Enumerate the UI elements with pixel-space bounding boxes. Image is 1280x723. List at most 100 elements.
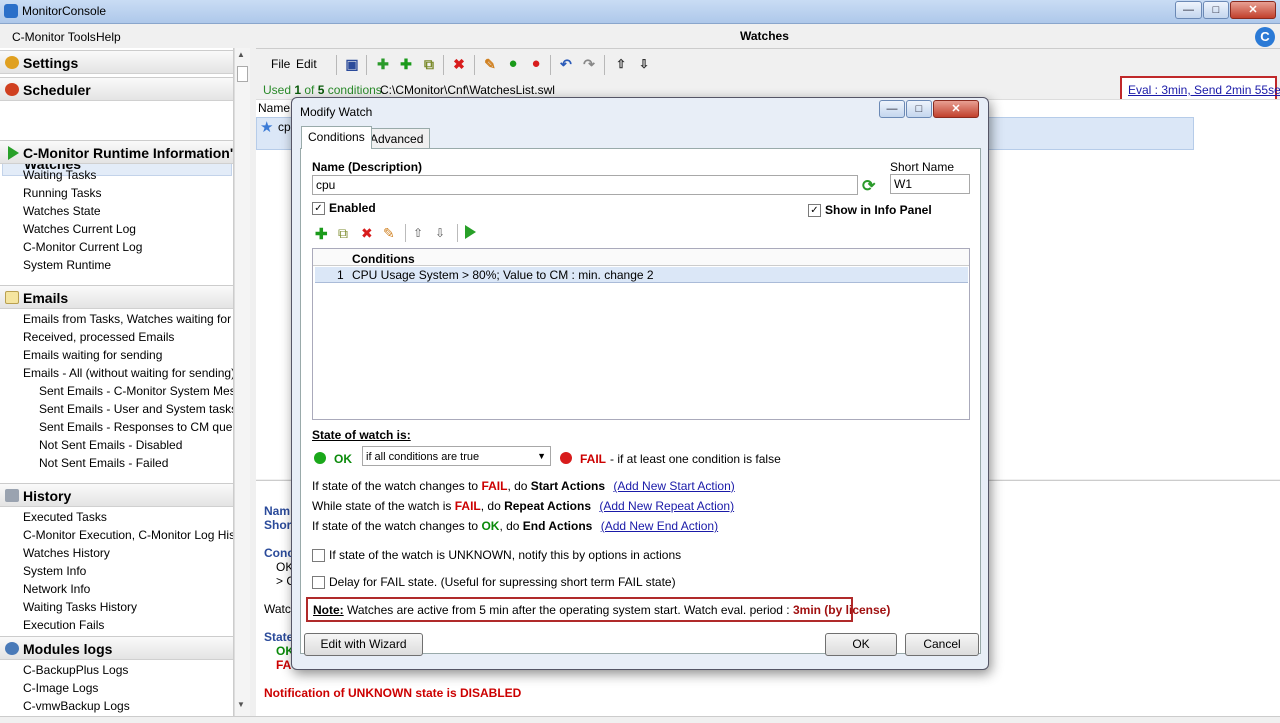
page-title: Watches (740, 29, 789, 43)
sidebar-item-not-sent-failed[interactable]: Not Sent Emails - Failed (39, 456, 168, 470)
add-start-action-link[interactable]: (Add New Start Action) (613, 479, 734, 493)
sidebar-item-executed-tasks[interactable]: Executed Tasks (23, 510, 107, 524)
edit-condition-icon[interactable]: ✎ (383, 225, 395, 242)
add-end-action-link[interactable]: (Add New End Action) (601, 519, 718, 533)
conditions-grid: Conditions 1 CPU Usage System > 80%; Val… (312, 248, 970, 420)
tab-conditions[interactable]: Conditions (301, 126, 372, 149)
sidebar-item-sent-responses[interactable]: Sent Emails - Responses to CM queries (39, 420, 233, 434)
condition-up-icon[interactable]: ⇧ (413, 226, 423, 240)
cancel-button[interactable]: Cancel (905, 633, 979, 656)
sidebar-item-cmonitor-current-log[interactable]: C-Monitor Current Log (23, 240, 142, 254)
chevron-down-icon: ▼ (537, 451, 546, 461)
table-row[interactable]: 1 CPU Usage System > 80%; Value to CM : … (315, 267, 968, 283)
sidebar-section-modules[interactable]: Modules logs (0, 636, 233, 660)
add-icon[interactable]: ✚ (397, 55, 415, 73)
edit-with-wizard-button[interactable]: Edit with Wizard (304, 633, 423, 656)
unknown-notice: Notification of UNKNOWN state is DISABLE… (264, 686, 522, 700)
delete-icon[interactable]: ✖ (450, 55, 468, 73)
dialog-close-button[interactable]: ✕ (933, 100, 979, 118)
sidebar-section-history[interactable]: History (0, 483, 233, 507)
scroll-up-icon[interactable]: ▲ (237, 50, 245, 59)
sidebar-item-received-emails[interactable]: Received, processed Emails (23, 330, 174, 344)
disable-icon[interactable]: ● (527, 55, 545, 73)
dialog-titlebar: Modify Watch — □ ✕ (292, 98, 988, 124)
move-down-icon[interactable]: ⇩ (635, 55, 653, 73)
dialog-minimize-button[interactable]: — (879, 100, 905, 118)
dialog-maximize-button[interactable]: □ (906, 100, 932, 118)
delay-checkbox[interactable] (312, 576, 325, 589)
menu-file[interactable]: File (271, 57, 290, 71)
undo-icon[interactable]: ↶ (557, 55, 575, 73)
close-button[interactable]: ✕ (1230, 1, 1276, 19)
sidebar-item-watches-history[interactable]: Watches History (23, 546, 110, 560)
enabled-checkbox[interactable]: ✓ (312, 202, 325, 215)
sidebar-section-emails[interactable]: Emails (0, 285, 233, 309)
sidebar-item-watches-state[interactable]: Watches State (23, 204, 101, 218)
state-select[interactable]: if all conditions are true ▼ (362, 446, 551, 466)
play-icon (8, 146, 19, 160)
sidebar-item-cbackupplus-logs[interactable]: C-BackupPlus Logs (23, 663, 128, 677)
menu-edit[interactable]: Edit (296, 57, 317, 71)
sidebar-item-system-runtime[interactable]: System Runtime (23, 258, 111, 272)
enable-icon[interactable]: ● (504, 55, 522, 73)
sidebar-item-cimage-logs[interactable]: C-Image Logs (23, 681, 98, 695)
sidebar-item-waiting-tasks-history[interactable]: Waiting Tasks History (23, 600, 137, 614)
name-input[interactable]: cpu (312, 175, 858, 195)
sidebar-item-emails-all[interactable]: Emails - All (without waiting for sendin… (23, 366, 233, 380)
scrollbar-thumb[interactable] (237, 66, 248, 82)
fail-description: - if at least one condition is false (610, 452, 781, 466)
modules-icon (5, 642, 19, 655)
maximize-button[interactable]: □ (1203, 1, 1229, 19)
app-icon (4, 4, 18, 18)
copy-condition-icon[interactable]: ⧉ (338, 225, 348, 242)
sidebar-section-runtime[interactable]: C-Monitor Runtime Information' (0, 140, 233, 164)
conditions-header: Conditions (352, 252, 415, 266)
toolbar: File Edit ▣ ✚ ✚ ⧉ ✖ ✎ ● ● ↶ ↷ ⇧ ⇩ (256, 52, 1280, 78)
copy-icon[interactable]: ⧉ (420, 55, 438, 73)
sidebar-item-sent-user[interactable]: Sent Emails - User and System tasks Res (39, 402, 233, 416)
short-name-input[interactable]: W1 (890, 174, 970, 194)
tab-advanced[interactable]: Advanced (363, 128, 431, 148)
sidebar-item-waiting-tasks[interactable]: Waiting Tasks (23, 168, 96, 182)
sidebar-item-not-sent-disabled[interactable]: Not Sent Emails - Disabled (39, 438, 182, 452)
refresh-icon[interactable]: ⟳ (862, 176, 875, 196)
add-condition-icon[interactable]: ✚ (315, 225, 328, 243)
sidebar-item-cvmwbackup-logs[interactable]: C-vmwBackup Logs (23, 699, 130, 713)
sidebar-section-settings[interactable]: Settings (0, 50, 233, 74)
unknown-checkbox[interactable] (312, 549, 325, 562)
name-label: Name (Description) (312, 160, 423, 174)
sidebar-item-network-info[interactable]: Network Info (23, 582, 90, 596)
status-bar (0, 716, 1280, 723)
test-play-icon[interactable] (465, 225, 476, 239)
ok-button[interactable]: OK (825, 633, 897, 656)
show-info-checkbox[interactable]: ✓ (808, 204, 821, 217)
grid-header-name[interactable]: Name (258, 101, 290, 115)
start-actions-row: If state of the watch changes to FAIL, d… (312, 479, 735, 493)
menu-help[interactable]: Help (96, 30, 121, 44)
scroll-down-icon[interactable]: ▼ (237, 700, 245, 709)
menu-cmonitor-tools[interactable]: C-Monitor Tools (12, 30, 96, 44)
sidebar-item-watches-current-log[interactable]: Watches Current Log (23, 222, 136, 236)
edit-icon[interactable]: ✎ (481, 55, 499, 73)
sidebar-item-system-info[interactable]: System Info (23, 564, 86, 578)
redo-icon[interactable]: ↷ (580, 55, 598, 73)
add-repeat-action-link[interactable]: (Add New Repeat Action) (599, 499, 734, 513)
sidebar-item-emails-waiting-send[interactable]: Emails from Tasks, Watches waiting for s… (23, 312, 233, 326)
sidebar-item-running-tasks[interactable]: Running Tasks (23, 186, 102, 200)
condition-down-icon[interactable]: ⇩ (435, 226, 445, 240)
sidebar-item-sent-system[interactable]: Sent Emails - C-Monitor System Message (39, 384, 233, 398)
minimize-button[interactable]: — (1175, 1, 1202, 19)
show-info-label: Show in Info Panel (825, 203, 932, 217)
save-icon[interactable]: ▣ (343, 55, 361, 73)
sidebar-item-cmonitor-execution[interactable]: C-Monitor Execution, C-Monitor Log Histo… (23, 528, 233, 542)
sidebar-item-emails-waiting[interactable]: Emails waiting for sending (23, 348, 162, 362)
sidebar-item-execution-fails[interactable]: Execution Fails (23, 618, 104, 632)
delete-condition-icon[interactable]: ✖ (361, 225, 373, 242)
sidebar-scrollbar[interactable]: ▲ ▼ (234, 48, 250, 716)
modify-watch-dialog: Modify Watch — □ ✕ Conditions Advanced N… (291, 97, 989, 670)
move-up-icon[interactable]: ⇧ (612, 55, 630, 73)
sidebar-section-scheduler[interactable]: Scheduler (0, 77, 233, 101)
fail-label: FAIL (580, 452, 606, 466)
eval-link[interactable]: Eval : 3min, Send 2min 55sec (1128, 83, 1280, 97)
add-wizard-icon[interactable]: ✚ (374, 55, 392, 73)
